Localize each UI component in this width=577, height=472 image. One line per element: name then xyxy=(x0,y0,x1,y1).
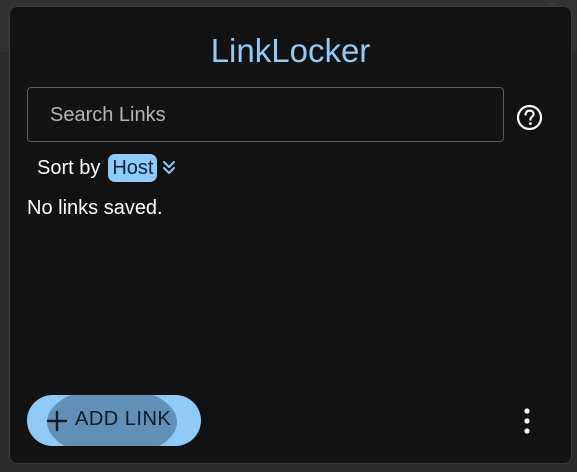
more-vertical-icon xyxy=(524,408,530,434)
double-chevron-down-icon xyxy=(163,161,176,174)
sort-label: Sort by xyxy=(37,156,101,179)
search-field[interactable] xyxy=(27,87,504,143)
empty-links-message: No links saved. xyxy=(27,197,163,219)
search-input[interactable] xyxy=(48,88,492,143)
more-options-button[interactable] xyxy=(515,405,539,437)
app-title: LinkLocker xyxy=(210,32,371,69)
add-link-button[interactable]: ADD LINK xyxy=(27,395,201,446)
help-button[interactable] xyxy=(515,103,544,132)
extension-popup: LinkLocker Sort by Host No links saved. … xyxy=(9,6,572,464)
help-circle-icon xyxy=(516,104,543,131)
plus-icon xyxy=(46,410,68,432)
add-link-label: ADD LINK xyxy=(75,408,172,430)
sort-field-chip[interactable]: Host xyxy=(108,154,158,182)
sort-control: Sort by Host xyxy=(37,153,177,183)
sort-toggle-button[interactable] xyxy=(161,158,177,178)
